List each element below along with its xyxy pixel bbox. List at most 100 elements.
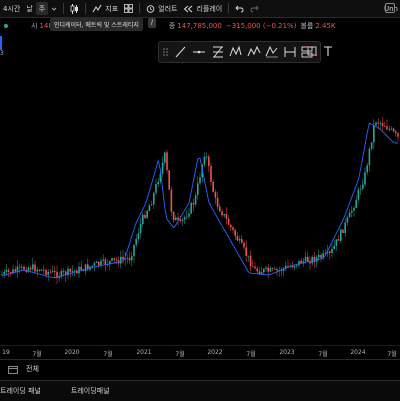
candle-body (199, 177, 201, 184)
candle-body (390, 128, 393, 130)
candle-body (144, 214, 146, 218)
candle-body (113, 258, 115, 260)
interval-day[interactable]: 날 (23, 0, 35, 17)
candle-body (232, 227, 234, 230)
alarm-clock-icon (146, 5, 155, 13)
candlestick-icon (70, 3, 79, 14)
candle-body (216, 197, 219, 207)
candle-body (335, 239, 338, 246)
time-axis-label: 2024 (350, 349, 366, 356)
candle-body (234, 229, 236, 236)
candle-body (370, 142, 373, 149)
calendar-range-icon[interactable] (8, 365, 18, 374)
window-close-icon[interactable] (385, 3, 395, 13)
range-bar: 전체 (0, 359, 400, 378)
candle-body (362, 184, 364, 189)
candle-body (194, 195, 197, 205)
tooltip-shortcut-key: / (148, 18, 156, 28)
candle-body (197, 183, 199, 196)
candle-body (150, 204, 153, 206)
candle-body (208, 156, 210, 166)
candle-body (205, 156, 208, 158)
candle-body (351, 210, 353, 213)
candle-body (353, 207, 355, 211)
indicators-button[interactable]: 지표 (89, 0, 121, 17)
candle-body (98, 261, 100, 266)
chevron-down-icon (51, 7, 57, 11)
interval-4h[interactable]: 4시간 (0, 0, 23, 17)
candle-body (379, 123, 382, 124)
candle-body (91, 265, 93, 267)
candle-body (238, 239, 241, 241)
undo-button[interactable] (232, 0, 247, 17)
rewind-icon (184, 5, 193, 12)
candle-body (47, 271, 49, 275)
candle-body (95, 261, 98, 264)
candle-body (177, 217, 179, 220)
tab-trading-panel-2[interactable]: 트레이딩패널 (63, 386, 118, 396)
candle-body (269, 268, 272, 272)
time-axis-label: 7월 (318, 351, 328, 358)
range-all-button[interactable]: 전체 (18, 364, 47, 374)
candle-body (287, 265, 289, 267)
candle-body (78, 266, 80, 274)
candle-body (221, 211, 223, 216)
candle-body (375, 122, 377, 126)
candle-body (148, 205, 151, 212)
candle-body (267, 267, 269, 272)
candle-body (161, 162, 164, 174)
indicators-tooltip: 인디케이터, 메트릭 및 스트래티지 (50, 18, 143, 31)
candle-body (225, 214, 228, 219)
time-axis[interactable]: 19 7월 2020 7월 2021 7월 2022 7월 2023 7월 20… (0, 345, 400, 360)
legend-volume-value: 2.45K (315, 22, 336, 30)
candle-body (36, 269, 38, 272)
candle-body (69, 268, 71, 272)
candle-body (348, 212, 351, 218)
candle-body (223, 214, 225, 216)
candle-body (355, 199, 357, 208)
candle-body (368, 148, 371, 166)
replay-button[interactable]: 리플레이 (180, 0, 225, 17)
candle-body (111, 258, 113, 261)
tab-trading-panel[interactable]: 트레이딩 패널 (0, 386, 49, 396)
candle-body (241, 239, 243, 243)
candle-body (100, 260, 102, 266)
time-axis-label: 2022 (207, 349, 223, 356)
candle-body (342, 229, 344, 233)
time-axis-label: 2021 (136, 349, 152, 356)
candle-body (212, 181, 214, 192)
candle-body (43, 269, 45, 271)
candle-body (146, 211, 148, 218)
time-axis-label: 7월 (103, 351, 113, 358)
candle-body (373, 125, 375, 143)
candle-body (307, 256, 309, 262)
candle-body (73, 270, 76, 272)
candle-body (172, 211, 175, 221)
candle-body (126, 257, 129, 259)
candle-body (203, 156, 206, 165)
redo-button[interactable] (247, 0, 262, 17)
interval-dropdown[interactable] (48, 0, 60, 17)
candle-body (7, 269, 10, 272)
time-axis-label: 7월 (32, 351, 42, 358)
legend-change-value: −315,000 (−0.21%) (225, 22, 297, 30)
candle-body (260, 272, 263, 275)
candle-body (82, 270, 85, 272)
layout-button[interactable] (121, 0, 136, 17)
candle-body (377, 122, 379, 124)
candle-body (188, 213, 190, 217)
time-axis-label: 7월 (387, 351, 397, 358)
candle-body (245, 247, 247, 256)
interval-week[interactable]: 주 (35, 2, 49, 15)
candle-body (186, 216, 188, 218)
time-axis-label: 7월 (175, 351, 185, 358)
chart-type-button[interactable] (67, 0, 82, 17)
price-chart[interactable] (0, 36, 400, 344)
candle-body (135, 238, 137, 245)
alert-button[interactable]: 얼러트 (143, 0, 180, 17)
candle-body (388, 128, 390, 130)
candle-body (142, 214, 144, 224)
grid-layout-icon (124, 4, 134, 13)
candle-body (384, 125, 386, 127)
candle-body (49, 271, 52, 273)
